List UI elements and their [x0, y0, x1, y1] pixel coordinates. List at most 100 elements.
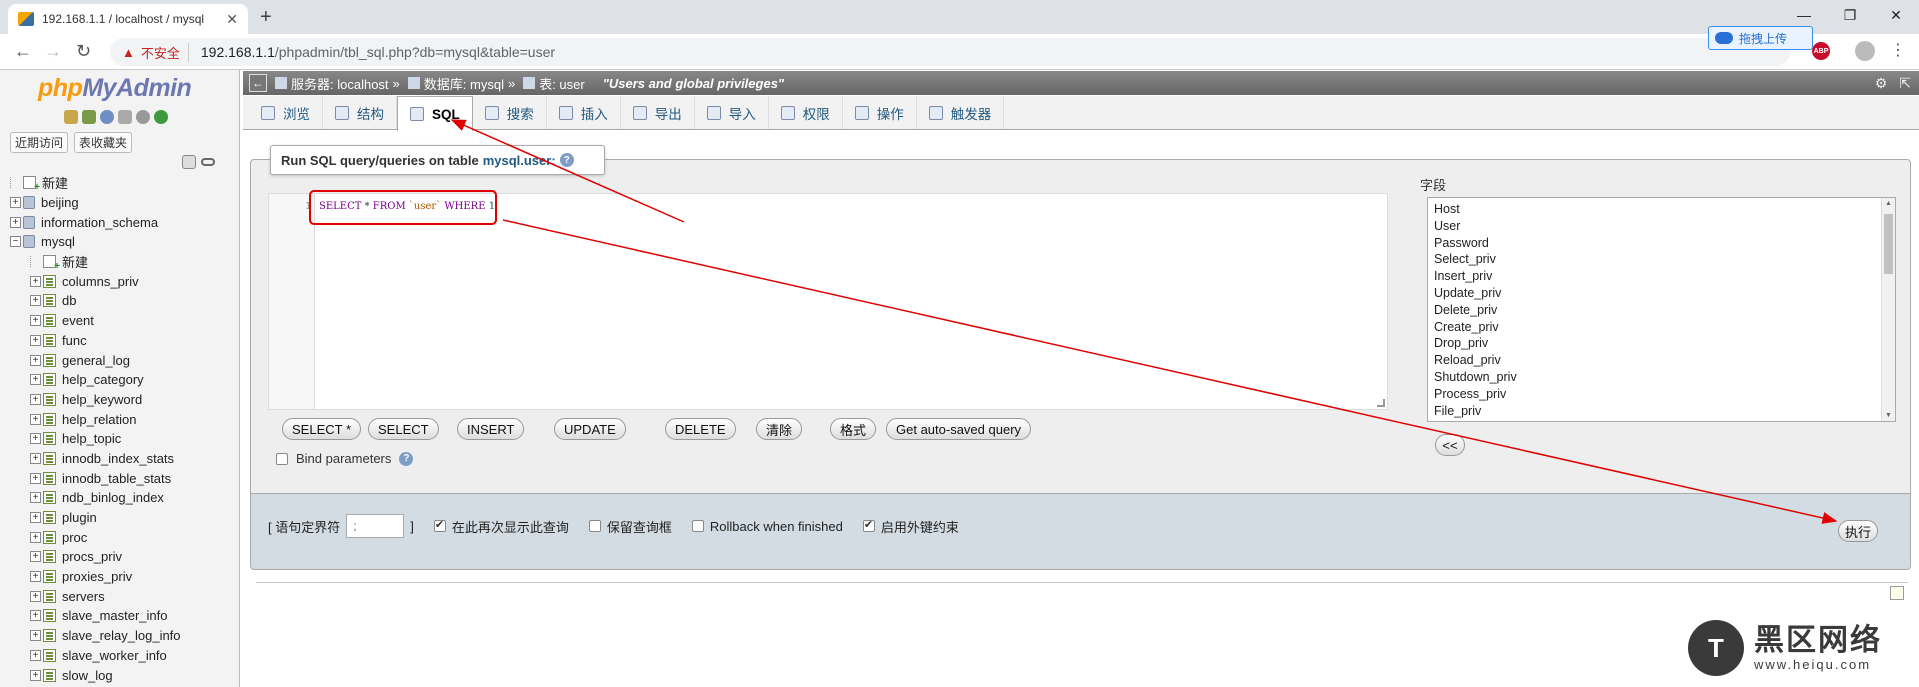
breadcrumb-database[interactable]: 数据库: mysql » [407, 74, 515, 93]
tab-operations[interactable]: 操作 [843, 96, 917, 129]
expand-icon[interactable]: + [30, 315, 41, 327]
expand-icon[interactable]: + [30, 590, 41, 602]
expand-icon[interactable]: + [30, 374, 41, 386]
expand-icon[interactable]: + [30, 295, 41, 307]
help-icon[interactable]: ? [399, 451, 414, 466]
tree-database-item[interactable]: + information_schema [10, 212, 181, 232]
clear-button[interactable]: 清除 [756, 418, 803, 440]
expand-icon[interactable]: + [30, 531, 41, 543]
tab-search[interactable]: 搜索 [473, 96, 547, 129]
update-button[interactable]: UPDATE [554, 418, 626, 440]
column-option[interactable]: Drop_priv [1434, 335, 1889, 352]
column-option[interactable]: Reload_priv [1434, 352, 1889, 369]
bookmark-icon[interactable] [1890, 586, 1904, 600]
collapse-all-icon[interactable] [182, 155, 196, 169]
tree-table-item[interactable]: + innodb_index_stats [10, 449, 181, 469]
sql-editor[interactable]: 1 SELECT * FROM `user` WHERE 1 [268, 193, 1388, 410]
column-option[interactable]: Delete_priv [1434, 302, 1889, 319]
tree-new-item[interactable]: 新建 [10, 173, 181, 193]
rollback-checkbox[interactable] [691, 520, 704, 532]
new-tab-button[interactable]: + [260, 6, 272, 29]
expand-icon[interactable]: + [30, 472, 41, 484]
expand-icon[interactable]: + [30, 393, 41, 405]
delimiter-input[interactable]: ; [346, 514, 405, 538]
tree-table-item[interactable]: + proxies_priv [10, 567, 181, 587]
help-icon[interactable] [100, 110, 114, 124]
help-icon[interactable]: ? [559, 153, 574, 167]
columns-select[interactable]: Host User Password Select_priv Insert_priv Up… [1427, 197, 1896, 422]
tree-table-item[interactable]: + help_topic [10, 429, 181, 449]
column-option[interactable]: Host [1434, 201, 1889, 218]
expand-icon[interactable]: + [30, 452, 41, 464]
expand-icon[interactable]: + [30, 610, 41, 622]
tree-table-item[interactable]: + help_keyword [10, 390, 181, 410]
tree-table-item[interactable]: + slave_relay_log_info [10, 626, 181, 646]
tree-table-item[interactable]: + procs_priv [10, 547, 181, 567]
column-option[interactable]: Process_priv [1434, 386, 1889, 403]
tree-table-item[interactable]: + columns_priv [10, 271, 181, 291]
foreign-keys-checkbox[interactable] [862, 518, 875, 532]
format-button[interactable]: 格式 [830, 418, 877, 440]
get-autosaved-button[interactable]: Get auto-saved query [886, 418, 1032, 440]
column-option[interactable]: Create_priv [1434, 319, 1889, 336]
browser-tab[interactable]: 192.168.1.1 / localhost / mysql ✕ [8, 4, 248, 34]
expand-icon[interactable]: + [30, 275, 41, 287]
scrollbar[interactable]: ▲ ▼ [1881, 198, 1895, 421]
select-button[interactable]: SELECT [368, 418, 439, 440]
back-icon[interactable]: ← [14, 41, 32, 62]
scroll-up-icon[interactable]: ▲ [1885, 200, 1892, 207]
tree-table-item[interactable]: + proc [10, 527, 181, 547]
tree-table-item[interactable]: + help_category [10, 370, 181, 390]
forward-icon[interactable]: → [44, 41, 62, 62]
scroll-down-icon[interactable]: ▼ [1885, 412, 1892, 419]
link-with-main-icon[interactable] [201, 158, 215, 166]
tree-table-item[interactable]: + general_log [10, 350, 181, 370]
delete-button[interactable]: DELETE [665, 418, 736, 440]
legend-table-link[interactable]: mysql.user: [483, 153, 556, 168]
url-input[interactable]: ▲ 不安全 192.168.1.1/phpadmin/tbl_sql.php?d… [110, 38, 1790, 66]
tree-table-item[interactable]: + plugin [10, 508, 181, 528]
breadcrumb-server[interactable]: 服务器: localhost » [275, 74, 400, 93]
tree-table-item[interactable]: + help_relation [10, 409, 181, 429]
tab-structure[interactable]: 结构 [323, 96, 397, 129]
favorites-tab[interactable]: 表收藏夹 [74, 132, 133, 153]
recent-tab[interactable]: 近期访问 [10, 132, 69, 153]
expand-icon[interactable]: + [30, 433, 41, 445]
tab-insert[interactable]: 插入 [547, 96, 621, 129]
column-option[interactable]: Password [1434, 235, 1889, 252]
reload-icon[interactable]: ↻ [76, 41, 91, 62]
settings-gear-icon[interactable]: ⚙ [1875, 75, 1888, 92]
adblock-icon[interactable]: ABP [1812, 42, 1830, 60]
breadcrumb-table[interactable]: 表: user [523, 74, 585, 93]
expand-icon[interactable]: + [10, 197, 21, 209]
expand-icon[interactable]: − [10, 236, 21, 248]
column-option[interactable]: Insert_priv [1434, 268, 1889, 285]
expand-icon[interactable]: + [30, 492, 41, 504]
insert-column-button[interactable]: << [1435, 434, 1465, 456]
logout-icon[interactable] [82, 110, 96, 124]
expand-icon[interactable]: + [30, 512, 41, 524]
tree-database-item[interactable]: + beijing [10, 193, 181, 213]
bind-parameters-checkbox[interactable] [276, 452, 288, 465]
expand-icon[interactable]: + [30, 354, 41, 366]
tree-table-item[interactable]: + ndb_binlog_index [10, 488, 181, 508]
tab-export[interactable]: 导出 [621, 96, 695, 129]
close-tab-icon[interactable]: ✕ [226, 11, 238, 28]
tree-database-item[interactable]: − mysql [10, 232, 181, 252]
phpmyadmin-logo[interactable]: phpMyAdmin [38, 74, 192, 103]
insert-button[interactable]: INSERT [457, 418, 525, 440]
docs-icon[interactable] [118, 110, 132, 124]
tree-table-item[interactable]: + func [10, 331, 181, 351]
retain-box-checkbox[interactable] [588, 520, 601, 532]
tree-table-item[interactable]: + slave_worker_info [10, 646, 181, 666]
tab-sql[interactable]: SQL [397, 96, 473, 131]
tab-import[interactable]: 导入 [695, 96, 769, 129]
sql-query-text[interactable]: SELECT * FROM `user` WHERE 1 [319, 201, 495, 212]
tab-triggers[interactable]: 触发器 [917, 96, 1005, 129]
tree-table-item[interactable]: + slave_master_info [10, 606, 181, 626]
show-query-checkbox[interactable] [433, 518, 446, 532]
expand-icon[interactable]: + [30, 630, 41, 642]
tree-table-item[interactable]: + slow_log [10, 665, 181, 685]
tree-table-item[interactable]: + innodb_table_stats [10, 468, 181, 488]
refresh-icon[interactable] [154, 110, 168, 124]
